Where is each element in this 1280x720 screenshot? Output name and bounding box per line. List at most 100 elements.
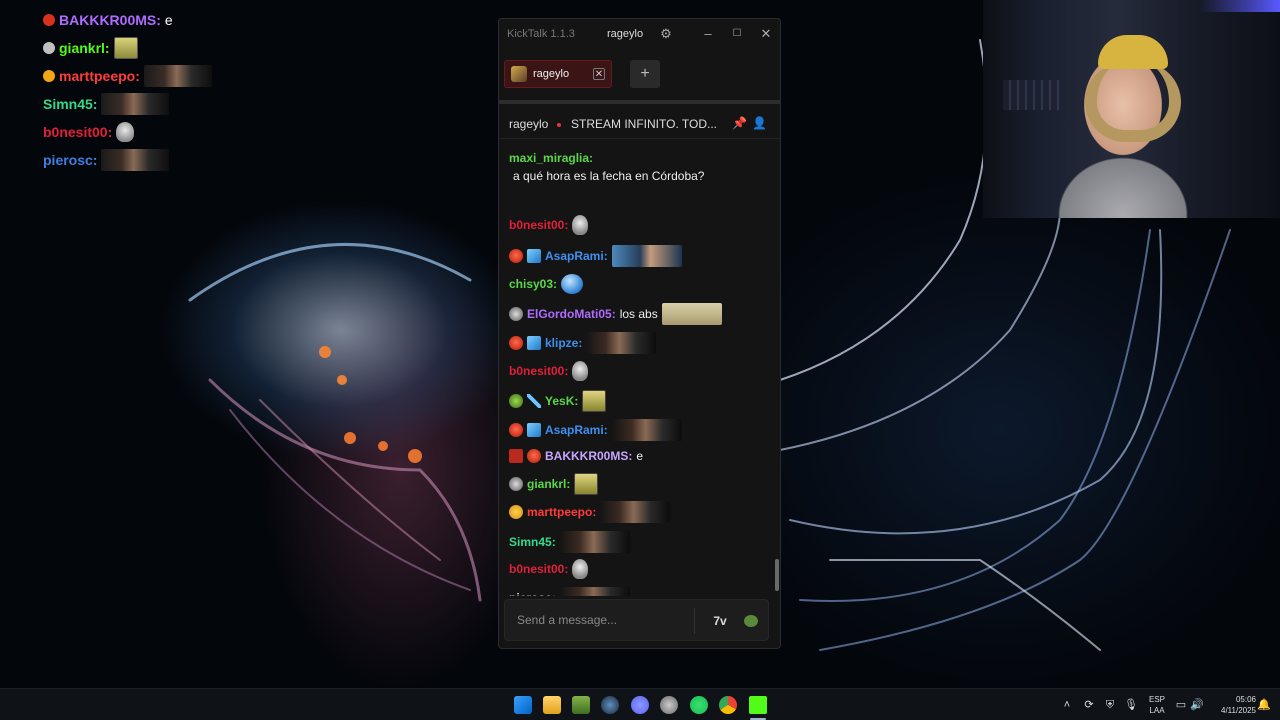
abs-emote[interactable] bbox=[661, 303, 722, 325]
chat-message[interactable]: chisy03: bbox=[509, 274, 771, 294]
red-badge-icon[interactable] bbox=[509, 249, 523, 263]
chat-username[interactable]: chisy03 bbox=[509, 275, 553, 293]
chat-username[interactable]: b0nesit00 bbox=[509, 216, 564, 234]
sponge-emote[interactable] bbox=[574, 473, 599, 495]
red-badge-icon[interactable] bbox=[527, 449, 541, 463]
chat-username[interactable]: b0nesit00 bbox=[509, 362, 564, 380]
pin-icon[interactable]: 📌 bbox=[732, 116, 747, 130]
network-icon[interactable]: ▭ bbox=[1174, 698, 1188, 712]
gear-icon[interactable]: ⚙ bbox=[658, 26, 674, 42]
skull-badge-icon[interactable] bbox=[509, 307, 523, 321]
chat-message-list[interactable]: maxi_miraglia: a qué hora es la fecha en … bbox=[499, 141, 780, 596]
cube-badge-icon[interactable] bbox=[527, 336, 541, 350]
language-code[interactable]: ESP bbox=[1146, 695, 1168, 705]
chat-username[interactable]: YesK bbox=[545, 392, 574, 410]
sync-icon[interactable]: ⟳ bbox=[1082, 698, 1096, 712]
sword-badge-icon[interactable] bbox=[527, 394, 541, 408]
chat-message[interactable]: AsapRami: bbox=[509, 245, 771, 267]
person-emote[interactable] bbox=[600, 501, 671, 523]
chat-username[interactable]: AsapRami bbox=[545, 421, 604, 439]
channel-name[interactable]: rageylo bbox=[509, 117, 548, 131]
username-separator: : bbox=[564, 562, 569, 576]
file-explorer-icon[interactable] bbox=[543, 696, 561, 714]
maximize-icon[interactable]: ☐ bbox=[729, 26, 745, 42]
chat-message[interactable]: b0nesit00: bbox=[509, 361, 771, 381]
7tv-emote-button[interactable]: 7v bbox=[710, 611, 730, 631]
chat-message[interactable]: YesK: bbox=[509, 390, 771, 412]
cube-badge-icon[interactable] bbox=[527, 423, 541, 437]
chat-username[interactable]: b0nesit00 bbox=[509, 560, 564, 578]
chat-username[interactable]: klipze bbox=[545, 334, 578, 352]
chat-message[interactable]: b0nesit00: bbox=[509, 559, 771, 579]
chat-message[interactable]: klipze: bbox=[509, 332, 771, 354]
chat-message[interactable]: Simn45: bbox=[509, 531, 771, 553]
chat-message[interactable]: b0nesit00: bbox=[509, 215, 771, 235]
sponge-emote[interactable] bbox=[582, 390, 607, 412]
steam-icon[interactable] bbox=[601, 696, 619, 714]
skull-emote[interactable] bbox=[572, 215, 589, 235]
microphone-icon[interactable]: 🎙 bbox=[1124, 698, 1138, 712]
window-titlebar[interactable]: KickTalk 1.1.3 rageylo ⚙ – ☐ ✕ bbox=[499, 19, 780, 49]
windows-start-icon[interactable] bbox=[514, 696, 532, 714]
chat-message[interactable]: maxi_miraglia: a qué hora es la fecha en … bbox=[509, 149, 771, 185]
account-username[interactable]: rageylo bbox=[607, 28, 643, 40]
chat-username[interactable]: BAKKKR00MS bbox=[545, 447, 628, 465]
chat-username[interactable]: AsapRami bbox=[545, 247, 604, 265]
person-emote[interactable] bbox=[559, 531, 630, 553]
chrome-icon[interactable] bbox=[719, 696, 737, 714]
notifications-icon[interactable]: 🔔 bbox=[1257, 698, 1271, 712]
chat-message-text: e bbox=[636, 449, 644, 463]
chat-username[interactable]: marttpeepo bbox=[527, 503, 592, 521]
discord-icon[interactable] bbox=[631, 696, 649, 714]
chat-message[interactable]: AsapRami: bbox=[509, 419, 771, 441]
red-badge-icon[interactable] bbox=[509, 423, 523, 437]
add-tab-button[interactable]: + bbox=[630, 60, 660, 88]
chat-message[interactable]: marttpeepo: bbox=[509, 501, 771, 523]
kick-emote-icon[interactable] bbox=[741, 611, 761, 631]
spotify-icon[interactable] bbox=[690, 696, 708, 714]
user-badge-icon bbox=[43, 70, 55, 82]
username-separator: : bbox=[589, 151, 594, 165]
7tv-badge-icon[interactable] bbox=[509, 449, 523, 463]
chat-username[interactable]: giankrl bbox=[527, 475, 566, 493]
image-viewer-icon[interactable] bbox=[572, 696, 590, 714]
chat-scrollbar[interactable] bbox=[775, 559, 779, 591]
volume-icon[interactable]: 🔊 bbox=[1190, 698, 1204, 712]
chat-username[interactable]: pierosc bbox=[509, 589, 552, 596]
minimize-icon[interactable]: – bbox=[700, 26, 716, 42]
asap-emote[interactable] bbox=[611, 245, 682, 267]
skull-emote[interactable] bbox=[572, 361, 589, 381]
close-icon[interactable]: ✕ bbox=[758, 26, 774, 42]
green-badge-icon[interactable] bbox=[509, 394, 523, 408]
user-icon[interactable]: 👤 bbox=[752, 116, 767, 130]
chat-message[interactable]: ElGordoMati05: los abs bbox=[509, 303, 771, 325]
chat-message[interactable]: giankrl: bbox=[509, 473, 771, 495]
person-emote[interactable] bbox=[559, 587, 630, 596]
cube-badge-icon[interactable] bbox=[527, 249, 541, 263]
skull-emote[interactable] bbox=[572, 559, 589, 579]
skull-badge-icon[interactable] bbox=[509, 477, 523, 491]
shield-icon[interactable]: ⛨ bbox=[1103, 698, 1117, 712]
chat-message[interactable]: BAKKKR00MS: e bbox=[509, 447, 771, 465]
chevron-up-icon[interactable]: ˄ bbox=[1060, 698, 1074, 712]
app-icon[interactable] bbox=[660, 696, 678, 714]
chat-username[interactable]: maxi_miraglia bbox=[509, 149, 589, 167]
message-input[interactable] bbox=[505, 600, 695, 640]
language-layout[interactable]: LAA bbox=[1146, 706, 1168, 716]
close-tab-icon[interactable]: ✕ bbox=[593, 68, 605, 80]
person-emote[interactable] bbox=[586, 332, 657, 354]
chat-username[interactable]: ElGordoMati05 bbox=[527, 305, 612, 323]
clock-date[interactable]: 4/11/2025 bbox=[1206, 706, 1256, 716]
yellow-badge-icon[interactable] bbox=[509, 505, 523, 519]
tab-rageylo[interactable]: rageylo ✕ bbox=[504, 60, 612, 88]
chat-message[interactable]: pierosc: bbox=[509, 587, 771, 596]
username-separator: : bbox=[566, 477, 571, 491]
person-emote[interactable] bbox=[611, 419, 682, 441]
skull-emote bbox=[116, 122, 135, 142]
clock-time[interactable]: 05:06 bbox=[1212, 695, 1256, 705]
kick-icon[interactable] bbox=[749, 696, 767, 714]
globe-emote[interactable] bbox=[561, 274, 584, 294]
app-title: KickTalk 1.1.3 bbox=[507, 28, 575, 40]
red-badge-icon[interactable] bbox=[509, 336, 523, 350]
chat-username[interactable]: Simn45 bbox=[509, 533, 552, 551]
